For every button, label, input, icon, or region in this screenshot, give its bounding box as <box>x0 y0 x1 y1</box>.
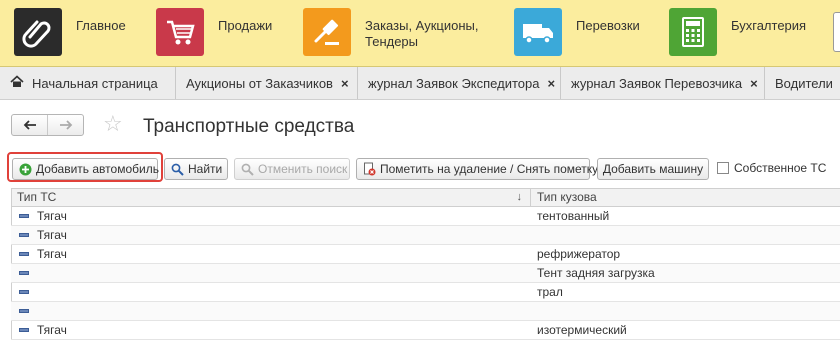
tab-drivers[interactable]: Водители <box>765 67 840 99</box>
row-marker-icon <box>19 271 29 275</box>
table-row[interactable]: Тягач тентованный <box>11 207 840 226</box>
close-icon[interactable]: × <box>341 76 349 91</box>
cancel-search-button[interactable]: Отменить поиск <box>234 158 350 180</box>
row-marker-icon <box>19 233 29 237</box>
forward-button[interactable] <box>47 115 83 135</box>
tab-label: Водители <box>775 75 833 91</box>
plus-circle-icon <box>19 163 32 176</box>
section-sales[interactable]: Продажи <box>156 8 272 58</box>
home-icon <box>10 75 24 91</box>
column-header-label: Тип кузова <box>537 190 597 204</box>
open-tabs-bar: Начальная страница Аукционы от Заказчико… <box>0 67 840 100</box>
tab-label: журнал Заявок Экспедитора <box>368 75 540 91</box>
sections-scroll-handle[interactable] <box>833 12 840 52</box>
own-vehicle-checkbox[interactable] <box>717 162 729 174</box>
tab-forwarder-journal[interactable]: журнал Заявок Экспедитора × <box>358 67 561 99</box>
table-row[interactable] <box>11 302 840 321</box>
section-transport[interactable]: Перевозки <box>514 8 640 58</box>
own-vehicle-label: Собственное ТС <box>734 161 827 175</box>
table-row[interactable]: Тягач изотермический <box>11 321 840 340</box>
section-label: Продажи <box>218 18 273 33</box>
row-marker-icon <box>19 290 29 294</box>
add-machine-label: Добавить машину <box>602 162 704 176</box>
table-header: Тип ТС ↓ Тип кузова <box>11 188 840 207</box>
add-car-button[interactable]: Добавить автомобиль <box>12 158 159 180</box>
cell-body-type: трал <box>537 285 563 299</box>
find-button[interactable]: Найти <box>164 158 228 180</box>
row-marker-icon <box>19 309 29 313</box>
table-body: Тягач тентованный Тягач Тягач рефрижерат… <box>11 207 840 340</box>
cancel-search-icon <box>241 163 254 176</box>
back-button[interactable] <box>12 115 47 135</box>
sections-panel: Главное Продажи Заказы, Аукционы, Тендер… <box>0 0 840 67</box>
cell-body-type: Тент задняя загрузка <box>537 266 655 280</box>
row-marker-icon <box>19 328 29 332</box>
column-header-body-type[interactable]: Тип кузова <box>531 189 840 206</box>
tab-label: Начальная страница <box>32 75 158 91</box>
arrow-right-icon <box>59 120 72 130</box>
row-marker-icon <box>19 214 29 218</box>
section-label: Перевозки <box>576 18 640 33</box>
cell-vehicle-type: Тягач <box>37 209 67 223</box>
table-row[interactable]: Тент задняя загрузка <box>11 264 840 283</box>
cell-body-type: тентованный <box>537 209 610 223</box>
section-main[interactable]: Главное <box>14 8 126 58</box>
cell-body-type: изотермический <box>537 323 627 337</box>
paperclip-icon <box>14 8 62 56</box>
mark-delete-label: Пометить на удаление / Снять пометку <box>380 162 599 176</box>
cell-vehicle-type: Тягач <box>37 228 67 242</box>
tab-home[interactable]: Начальная страница <box>0 67 176 99</box>
section-label: Заказы, Аукционы, Тендеры <box>365 18 479 49</box>
add-machine-button[interactable]: Добавить машину <box>597 158 709 180</box>
tab-label: журнал Заявок Перевозчика <box>571 75 743 91</box>
row-marker-icon <box>19 252 29 256</box>
close-icon[interactable]: × <box>750 76 758 91</box>
section-label: Бухгалтерия <box>731 18 807 33</box>
table-row[interactable]: Тягач <box>11 226 840 245</box>
page-title: Транспортные средства <box>143 116 355 137</box>
close-icon[interactable]: × <box>547 76 555 91</box>
table-row[interactable]: трал <box>11 283 840 302</box>
mark-delete-button[interactable]: Пометить на удаление / Снять пометку <box>356 158 598 180</box>
arrow-left-icon <box>23 120 36 130</box>
section-accounting[interactable]: Бухгалтерия <box>669 8 806 58</box>
table-row[interactable]: Тягач рефрижератор <box>11 245 840 264</box>
column-header-label: Тип ТС <box>17 190 57 204</box>
cell-vehicle-type: Тягач <box>37 247 67 261</box>
section-orders[interactable]: Заказы, Аукционы, Тендеры <box>303 8 478 58</box>
add-car-label: Добавить автомобиль <box>36 162 159 176</box>
search-icon <box>171 163 184 176</box>
own-vehicle-filter[interactable]: Собственное ТС <box>717 161 826 175</box>
column-header-vehicle-type[interactable]: Тип ТС ↓ <box>11 189 531 206</box>
truck-icon <box>514 8 562 56</box>
tab-auctions[interactable]: Аукционы от Заказчиков × <box>176 67 358 99</box>
cell-vehicle-type: Тягач <box>37 323 67 337</box>
section-label: Главное <box>76 18 126 33</box>
navigation-buttons <box>11 114 84 136</box>
cancel-search-label: Отменить поиск <box>258 162 348 176</box>
shopping-cart-icon <box>156 8 204 56</box>
sort-down-icon: ↓ <box>516 191 523 203</box>
calculator-icon <box>669 8 717 56</box>
star-icon[interactable]: ☆ <box>103 112 123 136</box>
cell-body-type: рефрижератор <box>537 247 621 261</box>
gavel-icon <box>303 8 351 56</box>
tab-carrier-journal[interactable]: журнал Заявок Перевозчика × <box>561 67 765 99</box>
find-label: Найти <box>188 162 223 176</box>
tab-label: Аукционы от Заказчиков <box>186 75 333 91</box>
mark-delete-icon <box>363 162 376 176</box>
